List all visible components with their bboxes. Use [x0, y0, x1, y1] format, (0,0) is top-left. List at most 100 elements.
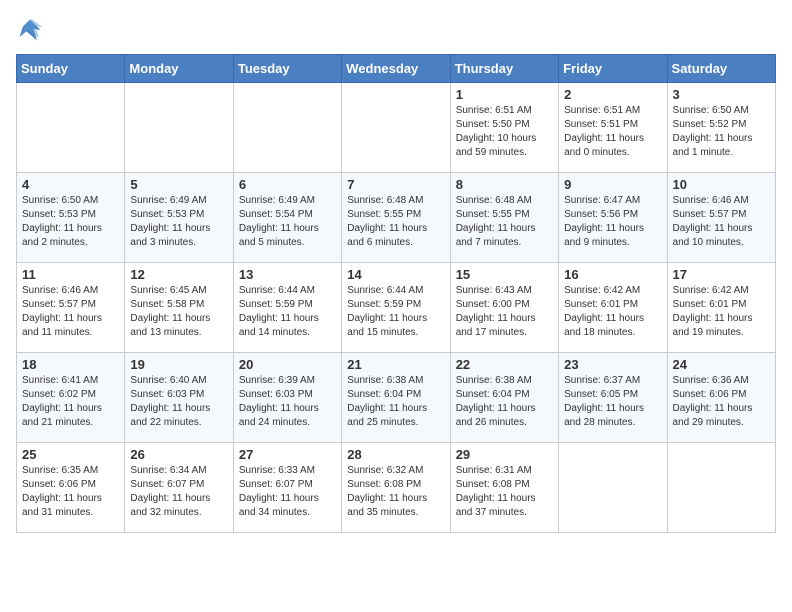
calendar-cell: 13 Sunrise: 6:44 AMSunset: 5:59 PMDayligh…	[233, 263, 341, 353]
calendar-header-wednesday: Wednesday	[342, 55, 450, 83]
logo-bird-icon	[16, 16, 44, 44]
calendar-header-thursday: Thursday	[450, 55, 558, 83]
day-number: 6	[239, 177, 336, 192]
calendar-cell: 11Sunrise: 6:46 AMSunset: 5:57 PMDayligh…	[17, 263, 125, 353]
calendar-cell	[125, 83, 233, 173]
day-number: 17	[673, 267, 770, 282]
day-info: Sunrise: 6:42 AMSunset: 6:01 PMDaylight:…	[673, 284, 770, 340]
calendar-cell: 2 Sunrise: 6:51 AMSunset: 5:51 PMDaylight…	[559, 83, 667, 173]
day-info: Sunrise: 6:38 AMSunset: 6:04 PMDaylight:…	[456, 374, 553, 430]
calendar-header-monday: Monday	[125, 55, 233, 83]
calendar-header-tuesday: Tuesday	[233, 55, 341, 83]
calendar-cell: 21 Sunrise: 6:38 AMSunset: 6:04 PMDayligh…	[342, 353, 450, 443]
day-info: Sunrise: 6:50 AMSunset: 5:53 PMDaylight:…	[22, 194, 119, 250]
day-info: Sunrise: 6:49 AMSunset: 5:53 PMDaylight:…	[130, 194, 227, 250]
calendar-cell: 7 Sunrise: 6:48 AMSunset: 5:55 PMDaylight…	[342, 173, 450, 263]
day-info: Sunrise: 6:38 AMSunset: 6:04 PMDaylight:…	[347, 374, 444, 430]
day-info: Sunrise: 6:47 AMSunset: 5:56 PMDaylight:…	[564, 194, 661, 250]
day-info: Sunrise: 6:37 AMSunset: 6:05 PMDaylight:…	[564, 374, 661, 430]
header	[16, 16, 776, 44]
day-info: Sunrise: 6:33 AMSunset: 6:07 PMDaylight:…	[239, 464, 336, 520]
day-number: 12	[130, 267, 227, 282]
day-info: Sunrise: 6:44 AMSunset: 5:59 PMDaylight:…	[239, 284, 336, 340]
day-number: 28	[347, 447, 444, 462]
day-number: 22	[456, 357, 553, 372]
calendar-cell: 23 Sunrise: 6:37 AMSunset: 6:05 PMDayligh…	[559, 353, 667, 443]
day-info: Sunrise: 6:48 AMSunset: 5:55 PMDaylight:…	[456, 194, 553, 250]
calendar-cell: 10Sunrise: 6:46 AMSunset: 5:57 PMDayligh…	[667, 173, 775, 263]
calendar-cell	[559, 443, 667, 533]
day-number: 25	[22, 447, 119, 462]
day-number: 2	[564, 87, 661, 102]
logo	[16, 16, 48, 44]
day-info: Sunrise: 6:40 AMSunset: 6:03 PMDaylight:…	[130, 374, 227, 430]
day-number: 1	[456, 87, 553, 102]
calendar-header-friday: Friday	[559, 55, 667, 83]
calendar-cell: 19 Sunrise: 6:40 AMSunset: 6:03 PMDayligh…	[125, 353, 233, 443]
calendar-cell: 20Sunrise: 6:39 AMSunset: 6:03 PMDayligh…	[233, 353, 341, 443]
calendar-cell: 12 Sunrise: 6:45 AMSunset: 5:58 PMDayligh…	[125, 263, 233, 353]
day-number: 14	[347, 267, 444, 282]
calendar-table: SundayMondayTuesdayWednesdayThursdayFrid…	[16, 54, 776, 533]
calendar-cell	[233, 83, 341, 173]
day-info: Sunrise: 6:43 AMSunset: 6:00 PMDaylight:…	[456, 284, 553, 340]
calendar-week-row: 18Sunrise: 6:41 AMSunset: 6:02 PMDayligh…	[17, 353, 776, 443]
day-number: 10	[673, 177, 770, 192]
day-info: Sunrise: 6:44 AMSunset: 5:59 PMDaylight:…	[347, 284, 444, 340]
calendar-header-row: SundayMondayTuesdayWednesdayThursdayFrid…	[17, 55, 776, 83]
calendar-cell: 1 Sunrise: 6:51 AMSunset: 5:50 PMDaylight…	[450, 83, 558, 173]
day-number: 4	[22, 177, 119, 192]
calendar-week-row: 1 Sunrise: 6:51 AMSunset: 5:50 PMDaylight…	[17, 83, 776, 173]
day-info: Sunrise: 6:35 AMSunset: 6:06 PMDaylight:…	[22, 464, 119, 520]
day-number: 26	[130, 447, 227, 462]
calendar-cell: 25 Sunrise: 6:35 AMSunset: 6:06 PMDayligh…	[17, 443, 125, 533]
day-info: Sunrise: 6:49 AMSunset: 5:54 PMDaylight:…	[239, 194, 336, 250]
calendar-header-saturday: Saturday	[667, 55, 775, 83]
day-info: Sunrise: 6:48 AMSunset: 5:55 PMDaylight:…	[347, 194, 444, 250]
calendar-cell	[17, 83, 125, 173]
calendar-cell: 18Sunrise: 6:41 AMSunset: 6:02 PMDayligh…	[17, 353, 125, 443]
calendar-header-sunday: Sunday	[17, 55, 125, 83]
day-number: 21	[347, 357, 444, 372]
calendar-week-row: 25 Sunrise: 6:35 AMSunset: 6:06 PMDayligh…	[17, 443, 776, 533]
day-info: Sunrise: 6:42 AMSunset: 6:01 PMDaylight:…	[564, 284, 661, 340]
calendar-cell: 15 Sunrise: 6:43 AMSunset: 6:00 PMDayligh…	[450, 263, 558, 353]
day-number: 7	[347, 177, 444, 192]
day-number: 24	[673, 357, 770, 372]
calendar-cell	[667, 443, 775, 533]
calendar-cell: 14 Sunrise: 6:44 AMSunset: 5:59 PMDayligh…	[342, 263, 450, 353]
calendar-cell: 27 Sunrise: 6:33 AMSunset: 6:07 PMDayligh…	[233, 443, 341, 533]
calendar-week-row: 11Sunrise: 6:46 AMSunset: 5:57 PMDayligh…	[17, 263, 776, 353]
day-number: 5	[130, 177, 227, 192]
day-number: 27	[239, 447, 336, 462]
day-number: 19	[130, 357, 227, 372]
calendar-cell: 24Sunrise: 6:36 AMSunset: 6:06 PMDayligh…	[667, 353, 775, 443]
calendar-week-row: 4 Sunrise: 6:50 AMSunset: 5:53 PMDaylight…	[17, 173, 776, 263]
calendar-cell: 5 Sunrise: 6:49 AMSunset: 5:53 PMDaylight…	[125, 173, 233, 263]
day-number: 3	[673, 87, 770, 102]
calendar-cell: 4 Sunrise: 6:50 AMSunset: 5:53 PMDaylight…	[17, 173, 125, 263]
calendar-cell	[342, 83, 450, 173]
day-number: 18	[22, 357, 119, 372]
calendar-cell: 6 Sunrise: 6:49 AMSunset: 5:54 PMDaylight…	[233, 173, 341, 263]
day-info: Sunrise: 6:51 AMSunset: 5:50 PMDaylight:…	[456, 104, 553, 160]
day-info: Sunrise: 6:50 AMSunset: 5:52 PMDaylight:…	[673, 104, 770, 160]
day-number: 8	[456, 177, 553, 192]
day-number: 15	[456, 267, 553, 282]
day-number: 13	[239, 267, 336, 282]
day-number: 20	[239, 357, 336, 372]
day-number: 16	[564, 267, 661, 282]
day-info: Sunrise: 6:51 AMSunset: 5:51 PMDaylight:…	[564, 104, 661, 160]
calendar-cell: 16 Sunrise: 6:42 AMSunset: 6:01 PMDayligh…	[559, 263, 667, 353]
day-number: 9	[564, 177, 661, 192]
calendar-cell: 3 Sunrise: 6:50 AMSunset: 5:52 PMDaylight…	[667, 83, 775, 173]
day-info: Sunrise: 6:45 AMSunset: 5:58 PMDaylight:…	[130, 284, 227, 340]
calendar-cell: 8 Sunrise: 6:48 AMSunset: 5:55 PMDaylight…	[450, 173, 558, 263]
day-number: 29	[456, 447, 553, 462]
calendar-cell: 17 Sunrise: 6:42 AMSunset: 6:01 PMDayligh…	[667, 263, 775, 353]
calendar-cell: 22 Sunrise: 6:38 AMSunset: 6:04 PMDayligh…	[450, 353, 558, 443]
day-info: Sunrise: 6:31 AMSunset: 6:08 PMDaylight:…	[456, 464, 553, 520]
calendar-cell: 9 Sunrise: 6:47 AMSunset: 5:56 PMDaylight…	[559, 173, 667, 263]
calendar-cell: 29 Sunrise: 6:31 AMSunset: 6:08 PMDayligh…	[450, 443, 558, 533]
day-number: 23	[564, 357, 661, 372]
